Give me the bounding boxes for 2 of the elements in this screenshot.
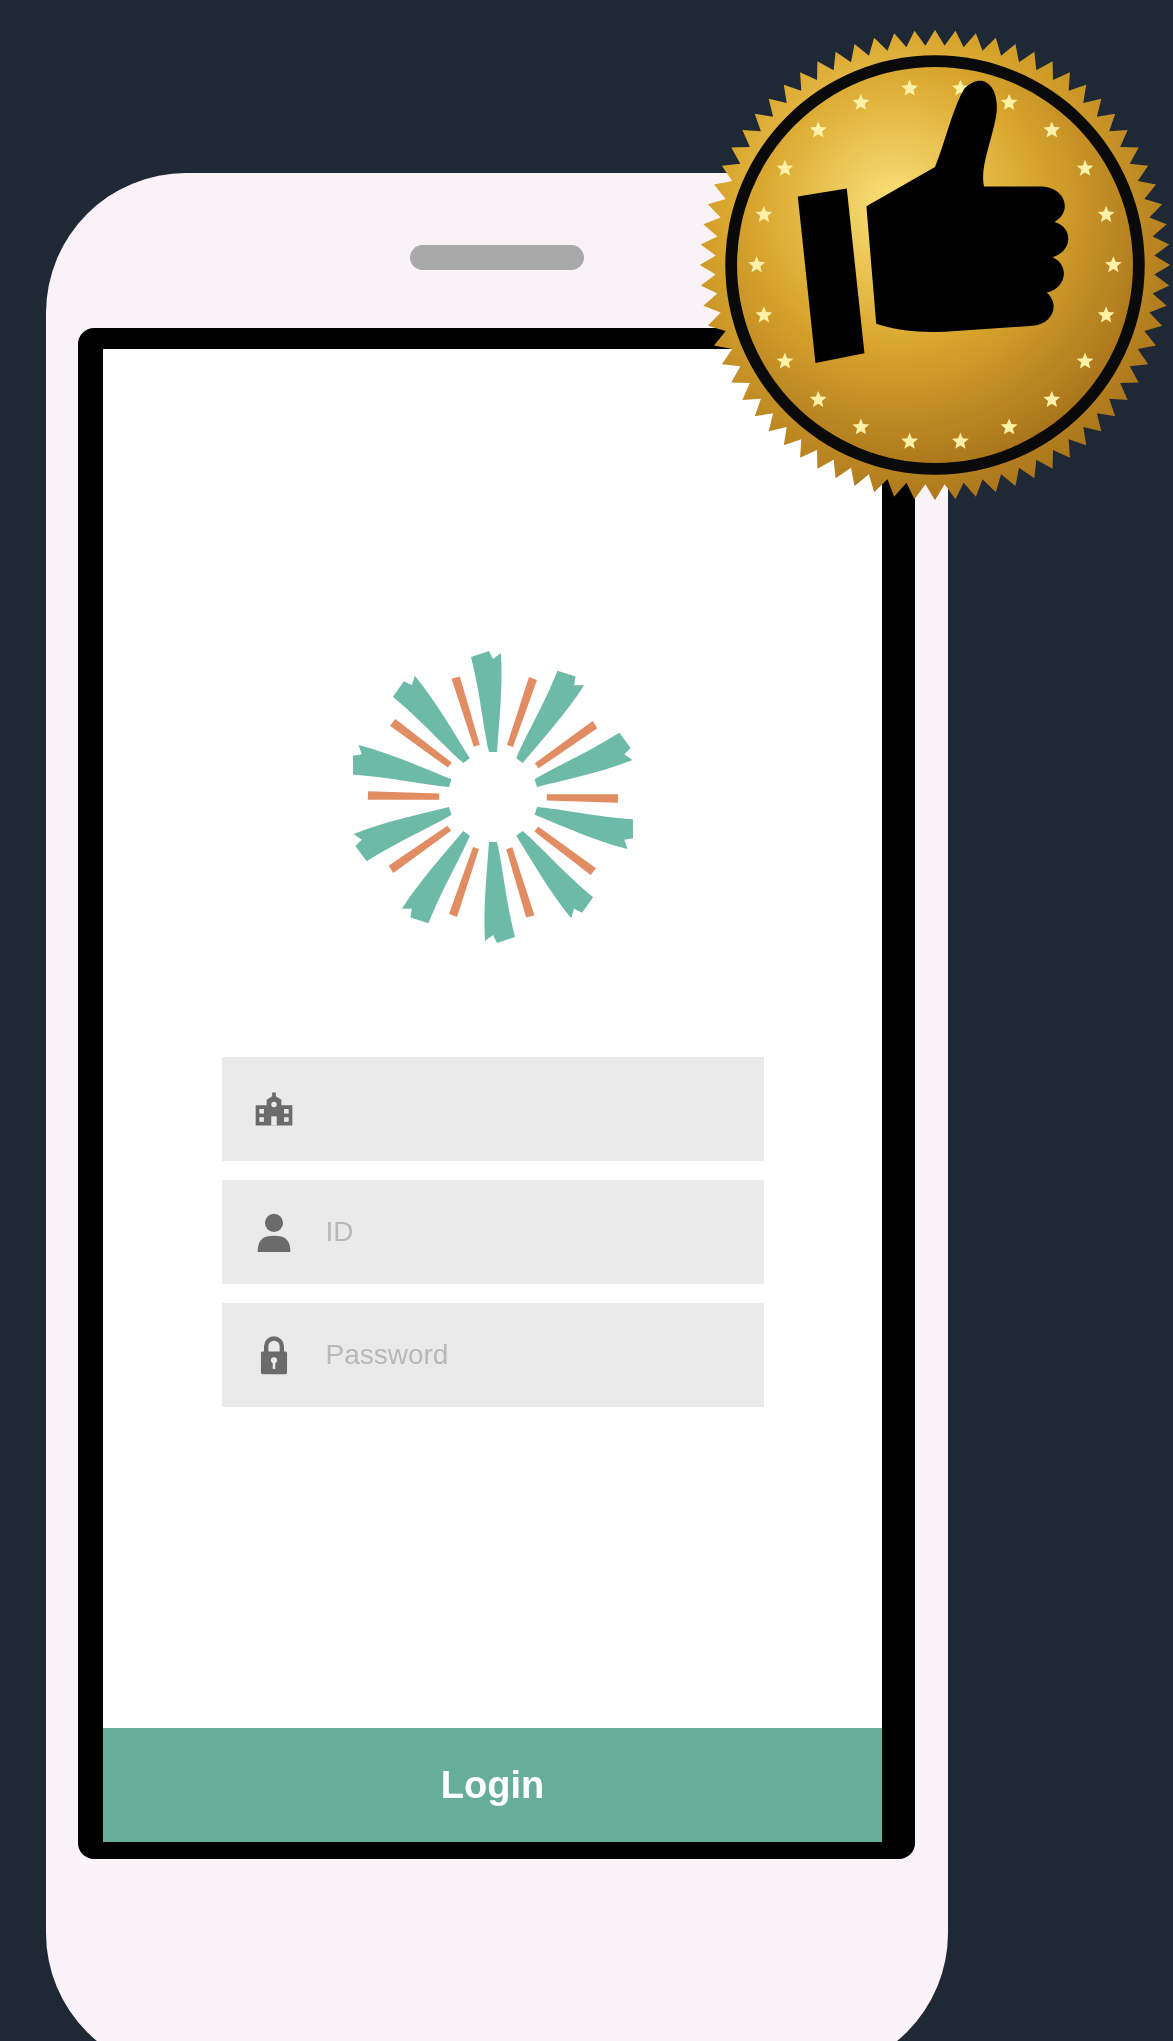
login-button[interactable]: Login [103,1728,882,1842]
school-field[interactable] [221,1057,764,1161]
